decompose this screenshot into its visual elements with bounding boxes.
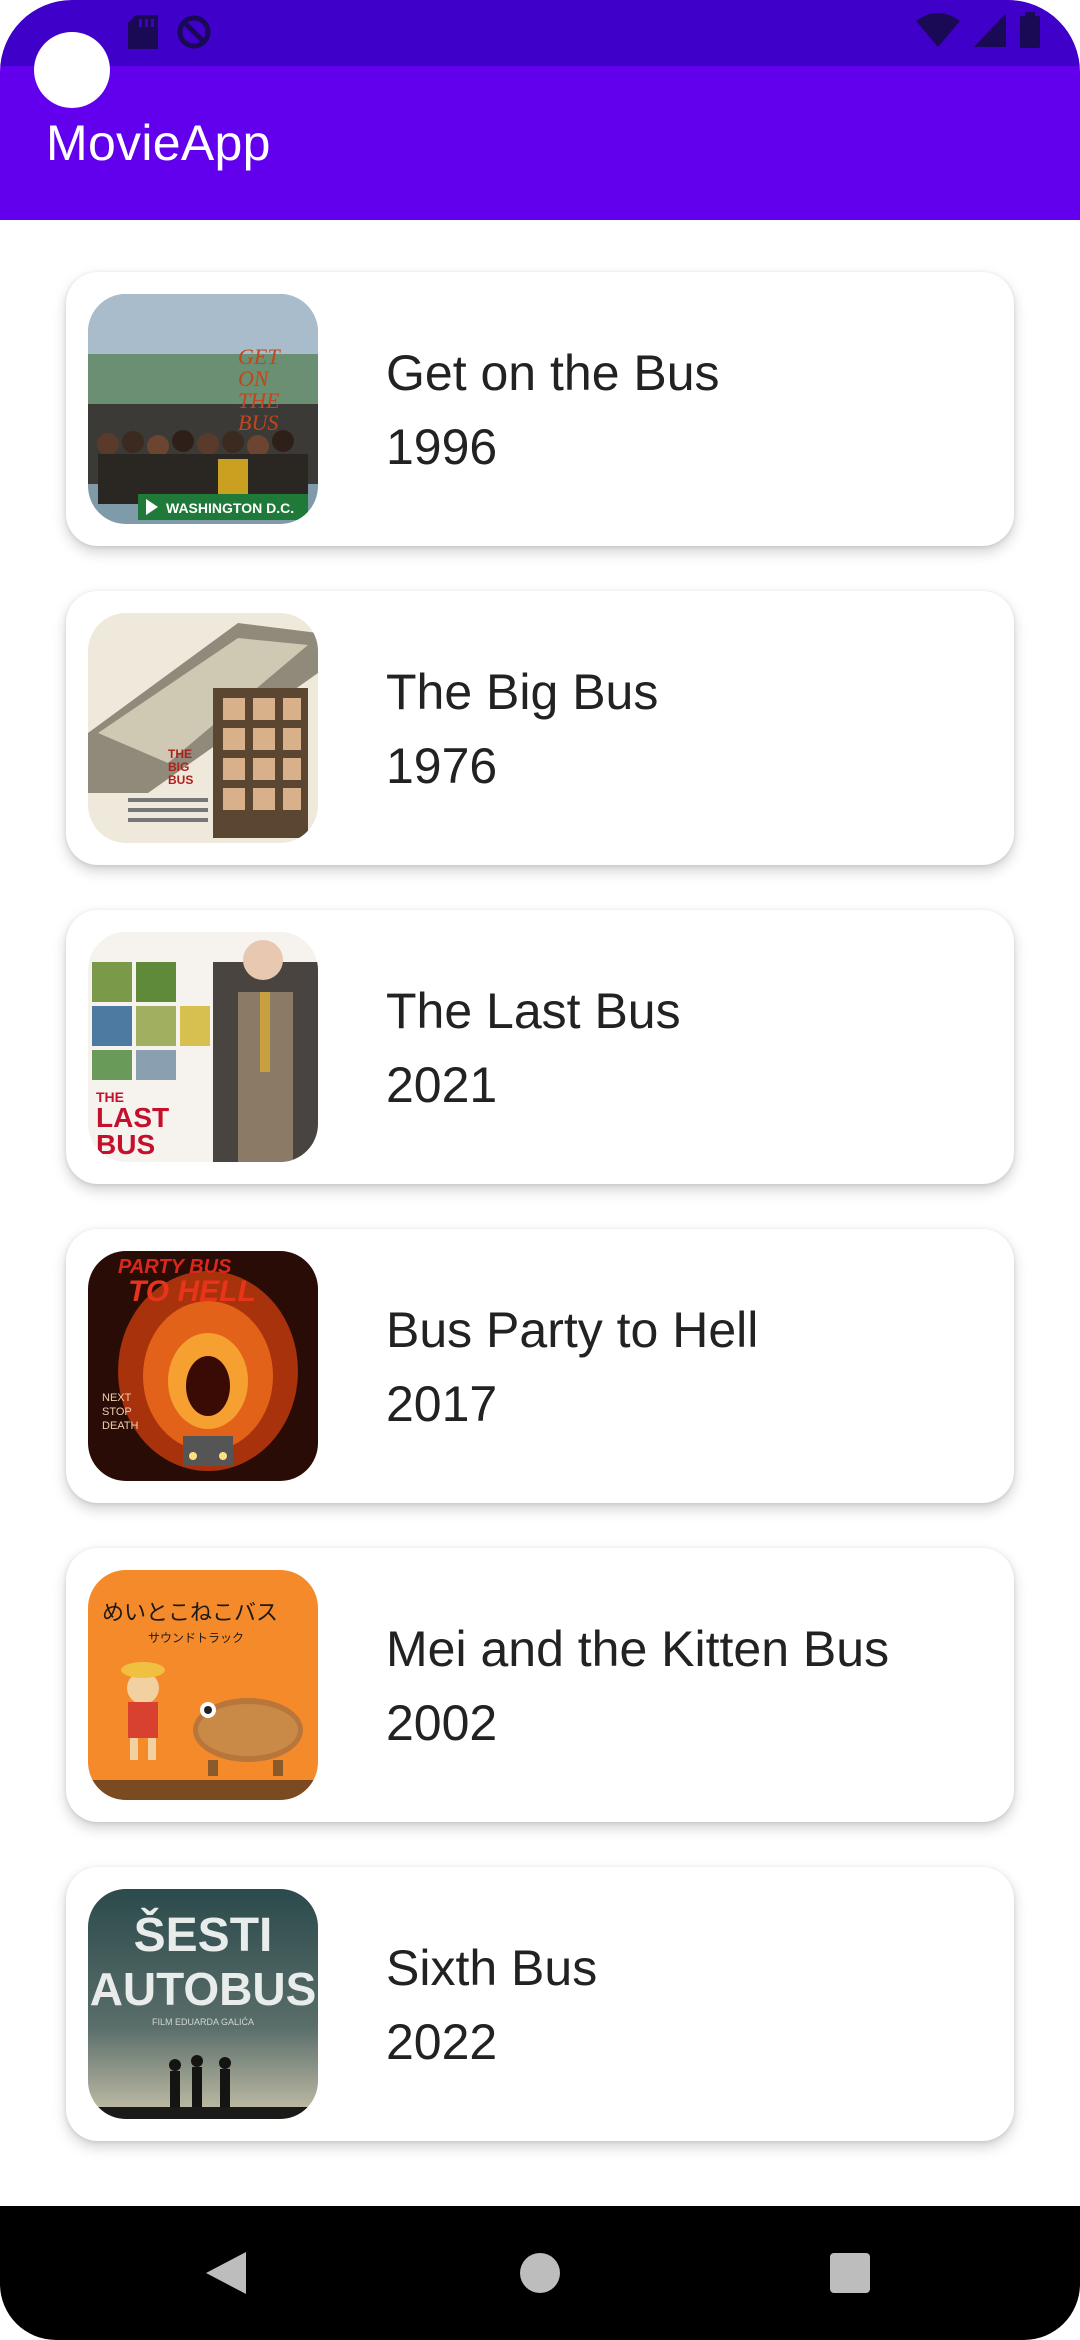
- movie-year: 2002: [386, 1695, 498, 1751]
- movie-card-get-on-the-bus[interactable]: GET ON THE BUS WASHINGTON D.C. Get on th…: [66, 272, 1014, 546]
- movie-card-the-big-bus[interactable]: THE BIG BUS The Big Bus 1976: [66, 591, 1014, 865]
- movie-card-bus-party-to-hell[interactable]: PARTY BUS TO HELL NEXT STOP DEATH Bus Pa…: [66, 1229, 1014, 1503]
- home-icon: [520, 2253, 560, 2293]
- poster-text: TO HELL: [128, 1275, 256, 1308]
- status-right-icons: [916, 12, 1040, 48]
- back-icon: [206, 2252, 246, 2294]
- poster-text: STOP: [102, 1406, 132, 1418]
- movie-title: Sixth Bus: [386, 1940, 598, 1996]
- poster-text: THE: [168, 747, 192, 761]
- back-button[interactable]: [166, 2206, 286, 2340]
- movie-year: 2022: [386, 2014, 498, 2070]
- app-title: MovieApp: [46, 115, 271, 171]
- poster-get-on-the-bus: GET ON THE BUS WASHINGTON D.C.: [88, 294, 318, 524]
- poster-sign-text: WASHINGTON D.C.: [166, 500, 294, 516]
- movie-card-the-last-bus[interactable]: THE LAST BUS The Last Bus 2021: [66, 910, 1014, 1184]
- poster-the-last-bus: THE LAST BUS: [88, 932, 318, 1162]
- movie-year: 1996: [386, 419, 498, 475]
- wifi-icon: [916, 13, 960, 47]
- camera-cutout: [34, 32, 110, 108]
- movie-card-sixth-bus[interactable]: ŠESTI AUTOBUS FILM EDUARDA GALIĆA Sixth …: [66, 1867, 1014, 2141]
- movie-card-mei-and-the-kitten-bus[interactable]: めいとこねこバス サウンドトラック Mei and the Kitten Bus…: [66, 1548, 1014, 1822]
- poster-text: BIG: [168, 760, 189, 774]
- recents-button[interactable]: [790, 2206, 910, 2340]
- movie-title: The Big Bus: [386, 664, 659, 720]
- poster-text: めいとこねこバス: [102, 1601, 278, 1626]
- sd-card-icon: [128, 15, 158, 49]
- movie-year: 2021: [386, 1057, 498, 1113]
- movie-title: The Last Bus: [386, 983, 681, 1039]
- poster-text: BUS: [96, 1129, 155, 1160]
- status-left-icons: [128, 14, 212, 50]
- movie-title: Mei and the Kitten Bus: [386, 1621, 890, 1677]
- home-button[interactable]: [480, 2206, 600, 2340]
- do-not-disturb-icon: [177, 15, 211, 49]
- recents-icon: [830, 2253, 870, 2293]
- movie-year: 1976: [386, 738, 498, 794]
- movie-title: Get on the Bus: [386, 345, 720, 401]
- poster-text: AUTOBUS: [90, 1963, 317, 2015]
- movie-year: 2017: [386, 1376, 498, 1432]
- battery-icon: [1020, 12, 1040, 48]
- navigation-bar: [0, 2206, 1080, 2340]
- poster-mei-and-the-kitten-bus: めいとこねこバス サウンドトラック: [88, 1570, 318, 1800]
- poster-sixth-bus: ŠESTI AUTOBUS FILM EDUARDA GALIĆA: [88, 1889, 318, 2119]
- poster-text: サウンドトラック: [148, 1631, 244, 1645]
- poster-text: DEATH: [102, 1420, 139, 1432]
- movie-list[interactable]: GET ON THE BUS WASHINGTON D.C. Get on th…: [0, 220, 1080, 2160]
- cell-signal-icon: [974, 13, 1006, 47]
- app-bar: MovieApp: [0, 66, 1080, 220]
- poster-the-big-bus: THE BIG BUS: [88, 613, 318, 843]
- poster-text: BUS: [168, 773, 193, 787]
- poster-credit: FILM EDUARDA GALIĆA: [152, 2017, 254, 2027]
- poster-bus-party-to-hell: PARTY BUS TO HELL NEXT STOP DEATH: [88, 1251, 318, 1481]
- movie-title: Bus Party to Hell: [386, 1302, 759, 1358]
- poster-text: NEXT: [102, 1392, 132, 1404]
- status-bar: [0, 0, 1080, 66]
- poster-text: ŠESTI: [134, 1907, 273, 1962]
- phone-screen: MovieApp GET ON THE BUS WASHINGTON D.C. …: [0, 0, 1080, 2340]
- poster-text: BUS: [238, 410, 278, 435]
